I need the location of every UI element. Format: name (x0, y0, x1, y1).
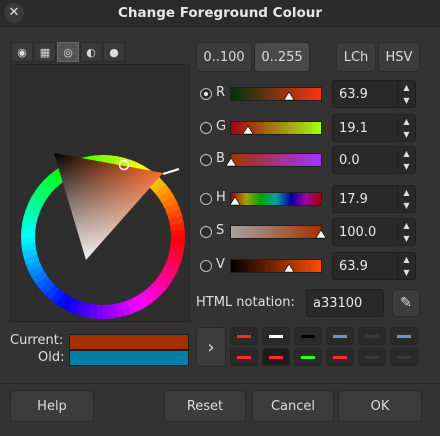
channel-h-label: H (216, 190, 226, 205)
channel-b-value[interactable]: 0.0 (339, 153, 360, 168)
decrement-icon[interactable]: ▼ (398, 94, 415, 107)
hue-ring-segment[interactable] (21, 229, 36, 238)
channel-h-radio[interactable] (200, 193, 212, 205)
slider-handle-icon[interactable] (282, 89, 295, 101)
palette-icon[interactable]: ● (103, 42, 125, 62)
slider-handle-icon[interactable] (225, 155, 237, 167)
watercolor-icon[interactable]: ◎ (57, 42, 79, 62)
channel-g-label: G (216, 119, 227, 134)
channel-s-radio[interactable] (200, 226, 212, 238)
add-to-history-button[interactable]: › (196, 327, 226, 367)
html-notation-label: HTML notation: (196, 295, 295, 310)
separator (0, 383, 440, 384)
channel-b-spinbox[interactable]: 0.0 ▲ ▼ (332, 146, 416, 174)
history-color-swatch[interactable] (230, 348, 258, 366)
history-color-swatch[interactable] (262, 348, 290, 366)
slider-handle-icon[interactable] (282, 261, 295, 273)
slider-handle-icon[interactable] (242, 123, 254, 135)
hue-ring-segment[interactable] (95, 304, 104, 319)
eyedropper-icon[interactable]: ✎ (392, 289, 420, 317)
history-color-swatch[interactable] (230, 327, 258, 345)
channel-r-label: R (216, 85, 226, 100)
cmyk-icon[interactable]: ▦ (34, 42, 56, 62)
range-0-100-button[interactable]: 0..100 (196, 42, 252, 72)
history-color-swatch[interactable] (390, 327, 418, 345)
html-notation-value[interactable]: a33100 (313, 296, 362, 311)
increment-icon[interactable]: ▲ (398, 253, 415, 266)
current-color-swatch (69, 334, 189, 350)
lch-button[interactable]: LCh (336, 42, 376, 72)
history-color-swatch[interactable] (358, 348, 386, 366)
decrement-icon[interactable]: ▼ (398, 232, 415, 245)
decrement-icon[interactable]: ▼ (398, 128, 415, 141)
channel-h-slider[interactable] (229, 192, 322, 206)
hsv-button[interactable]: HSV (378, 42, 420, 72)
channel-v-radio[interactable] (200, 260, 212, 272)
help-button[interactable]: Help (10, 390, 94, 422)
color-triangle-panel (10, 64, 190, 322)
window-title: Change Foreground Colour (117, 5, 323, 21)
hue-ring-segment[interactable] (170, 236, 185, 245)
current-label: Current: (10, 333, 64, 348)
color-wheel[interactable] (11, 65, 189, 321)
decrement-icon[interactable]: ▼ (398, 160, 415, 173)
wheel-icon[interactable]: ◐ (80, 42, 102, 62)
channel-g-slider[interactable] (230, 121, 322, 135)
channel-h-spinbox[interactable]: 17.9 ▲ ▼ (332, 185, 416, 213)
increment-icon[interactable]: ▲ (398, 147, 415, 160)
channel-r-spinbox[interactable]: 63.9 ▲ ▼ (332, 80, 416, 108)
channel-s-label: S (216, 223, 225, 238)
channel-s-slider[interactable] (230, 225, 327, 239)
slider-handle-icon[interactable] (229, 194, 242, 206)
channel-r-slider[interactable] (230, 87, 322, 101)
history-color-swatch[interactable] (390, 348, 418, 366)
channel-v-spinbox[interactable]: 63.9 ▲ ▼ (332, 252, 416, 280)
history-color-swatch[interactable] (294, 348, 322, 366)
increment-icon[interactable]: ▲ (398, 81, 415, 94)
range-0-255-button[interactable]: 0..255 (254, 42, 310, 72)
increment-icon[interactable]: ▲ (398, 186, 415, 199)
cancel-button[interactable]: Cancel (252, 390, 334, 422)
decrement-icon[interactable]: ▼ (398, 266, 415, 279)
selector-tabs: ◉ ▦ ◎ ◐ ● (11, 42, 125, 62)
channel-r-value[interactable]: 63.9 (339, 87, 368, 102)
old-label: Old: (38, 350, 65, 365)
history-color-swatch[interactable] (326, 327, 354, 345)
history-color-swatch[interactable] (358, 327, 386, 345)
history-color-swatch[interactable] (294, 327, 322, 345)
reset-button[interactable]: Reset (164, 390, 246, 422)
channel-g-spinbox[interactable]: 19.1 ▲ ▼ (332, 114, 416, 142)
channel-v-value[interactable]: 63.9 (339, 259, 368, 274)
history-color-swatch[interactable] (262, 327, 290, 345)
html-notation-field[interactable]: a33100 (306, 289, 384, 317)
channel-r-radio[interactable] (200, 88, 212, 100)
channel-b-radio[interactable] (200, 154, 212, 166)
history-color-swatch[interactable] (326, 348, 354, 366)
increment-icon[interactable]: ▲ (398, 219, 415, 232)
decrement-icon[interactable]: ▼ (398, 199, 415, 212)
old-color-swatch[interactable] (69, 350, 189, 366)
wilber-icon[interactable]: ◉ (11, 42, 33, 62)
channel-g-value[interactable]: 19.1 (339, 121, 368, 136)
channel-h-value[interactable]: 17.9 (339, 192, 368, 207)
channel-v-slider[interactable] (230, 259, 322, 273)
increment-icon[interactable]: ▲ (398, 115, 415, 128)
ok-button[interactable]: OK (338, 390, 422, 422)
channel-v-label: V (216, 257, 225, 272)
hue-marker[interactable] (162, 168, 180, 175)
title-bar: ✕ Change Foreground Colour (0, 0, 440, 27)
channel-s-spinbox[interactable]: 100.0 ▲ ▼ (332, 218, 416, 246)
channel-g-radio[interactable] (200, 122, 212, 134)
channel-b-label: B (216, 151, 225, 166)
slider-handle-icon[interactable] (315, 227, 327, 239)
channel-b-slider[interactable] (225, 153, 322, 167)
channel-s-value[interactable]: 100.0 (339, 225, 376, 240)
